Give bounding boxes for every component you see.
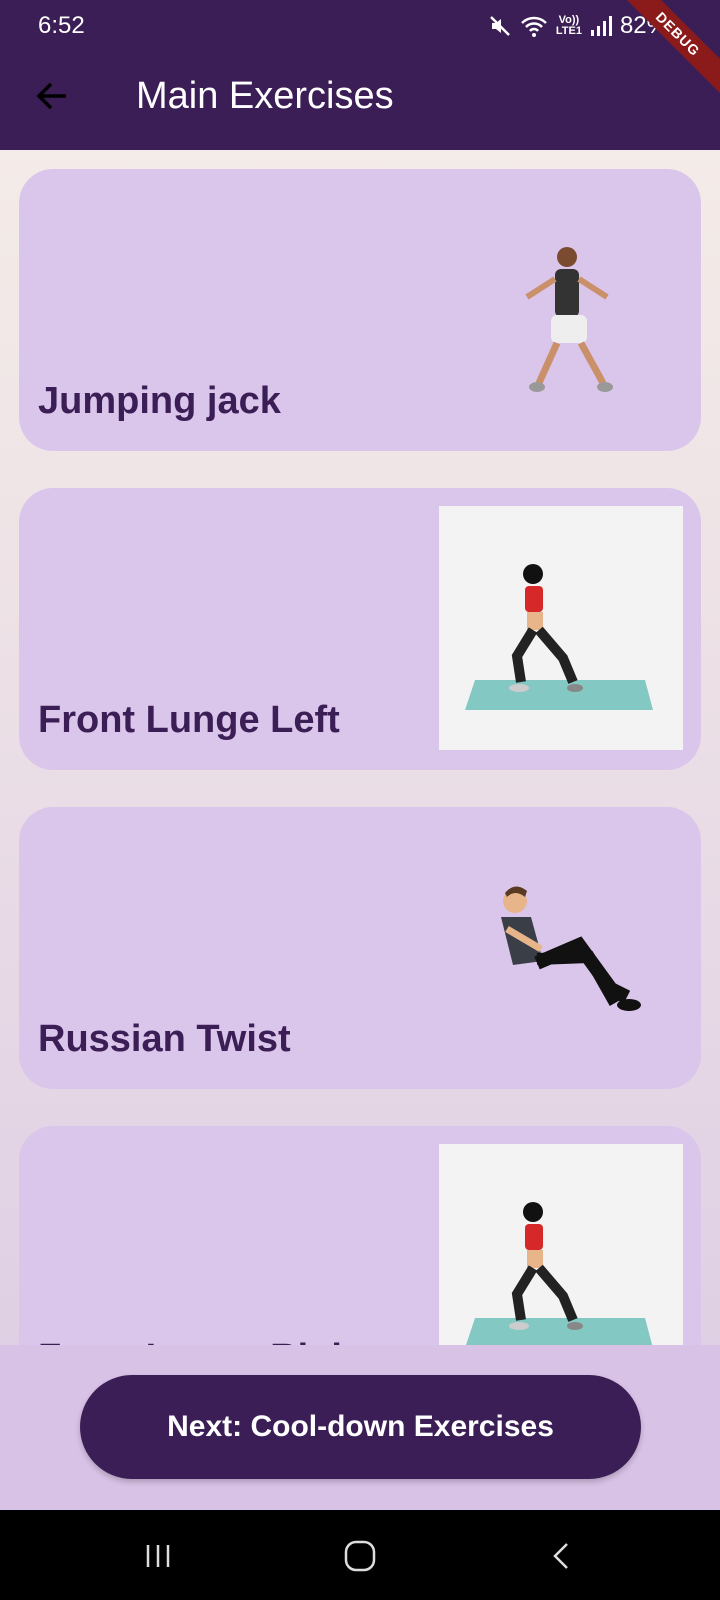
man-jumping-jack-illustration	[525, 247, 613, 392]
exercise-label: Front Lunge Right	[38, 1337, 367, 1345]
exercise-card-front-lunge-left[interactable]: Front Lunge Left	[19, 488, 701, 770]
exercise-label: Russian Twist	[38, 1018, 291, 1060]
system-back-button[interactable]	[538, 1532, 586, 1580]
back-chevron-icon	[553, 1543, 568, 1569]
page-title: Main Exercises	[136, 75, 394, 117]
home-button[interactable]	[336, 1532, 384, 1580]
back-button[interactable]	[30, 74, 74, 118]
status-time: 6:52	[38, 12, 85, 39]
exercise-card-russian-twist[interactable]: Russian Twist	[19, 807, 701, 1089]
exercise-list[interactable]: Jumping jack Front Lunge Left Russian Tw…	[0, 150, 720, 1345]
status-bar: 6:52 Vo)) LTE1 82% DEBUG	[0, 0, 720, 100]
exercise-label: Front Lunge Left	[38, 699, 340, 741]
recents-icon	[146, 1545, 170, 1567]
next-cooldown-button[interactable]: Next: Cool-down Exercises	[80, 1375, 641, 1479]
screen: 6:52 Vo)) LTE1 82% DEBUG Main Exercises …	[0, 0, 720, 1510]
exercise-card-jumping-jack[interactable]: Jumping jack	[19, 169, 701, 451]
recents-button[interactable]	[134, 1532, 182, 1580]
arrow-left-icon	[36, 82, 66, 110]
home-icon	[344, 1540, 376, 1572]
woman-lunge-illustration	[439, 506, 683, 750]
woman-lunge-illustration	[439, 1144, 683, 1345]
app-bar: 6:52 Vo)) LTE1 82% DEBUG Main Exercises	[0, 0, 720, 150]
mute-icon	[489, 16, 510, 36]
exercise-card-front-lunge-right[interactable]: Front Lunge Right	[19, 1126, 701, 1345]
exercise-label: Jumping jack	[38, 380, 281, 422]
man-russian-twist-illustration	[501, 886, 641, 1011]
lte-indicator: Vo)) LTE1	[555, 14, 582, 37]
bottom-action-area: Next: Cool-down Exercises	[0, 1345, 720, 1510]
signal-icon	[590, 16, 612, 36]
system-nav-bar	[0, 1510, 720, 1600]
wifi-icon	[520, 16, 547, 37]
